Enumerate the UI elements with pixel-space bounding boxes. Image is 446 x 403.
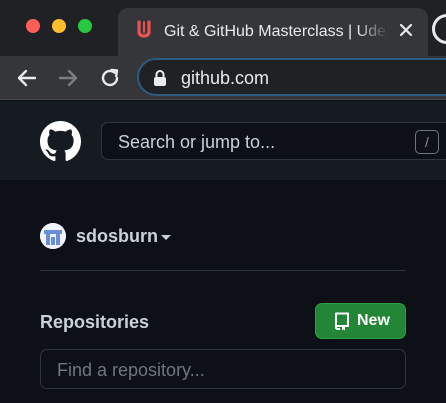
browser-tab-active[interactable]: Git & GitHub Masterclass | Udemy xyxy=(118,8,428,56)
window-maximize-button[interactable] xyxy=(78,19,92,33)
browser-toolbar: github.com xyxy=(0,56,446,100)
tab-title: Git & GitHub Masterclass | Udemy xyxy=(164,23,388,40)
window-close-button[interactable] xyxy=(26,19,40,33)
url-text[interactable]: github.com xyxy=(181,67,269,89)
username[interactable]: sdosburn xyxy=(76,226,158,246)
arrow-right-icon[interactable] xyxy=(56,66,80,90)
close-icon[interactable] xyxy=(396,20,416,40)
browser-tab-bar: Git & GitHub Masterclass | Udemy xyxy=(0,0,446,56)
github-logo-icon[interactable] xyxy=(40,121,81,162)
search-shortcut-key: / xyxy=(415,130,439,154)
lock-icon[interactable] xyxy=(153,69,167,87)
find-repository-input[interactable]: Find a repository... xyxy=(40,349,406,389)
window-minimize-button[interactable] xyxy=(52,19,66,33)
search-input[interactable]: Search or jump to... / xyxy=(101,122,446,160)
reload-icon[interactable] xyxy=(98,66,122,90)
arrow-left-icon[interactable] xyxy=(15,66,39,90)
new-button-label: New xyxy=(357,312,390,329)
avatar[interactable] xyxy=(40,223,66,249)
address-bar[interactable]: github.com xyxy=(137,58,446,96)
repo-icon xyxy=(333,312,350,331)
new-repository-button[interactable]: New xyxy=(315,303,406,339)
search-placeholder: Search or jump to... xyxy=(118,132,276,152)
github-logo-icon[interactable] xyxy=(432,14,446,44)
github-header: Search or jump to... / xyxy=(0,101,446,180)
caret-down-icon[interactable] xyxy=(159,230,173,244)
repositories-heading: Repositories xyxy=(40,312,150,332)
udemy-logo-icon xyxy=(134,19,154,39)
find-repository-placeholder: Find a repository... xyxy=(57,360,205,380)
divider xyxy=(40,270,406,271)
